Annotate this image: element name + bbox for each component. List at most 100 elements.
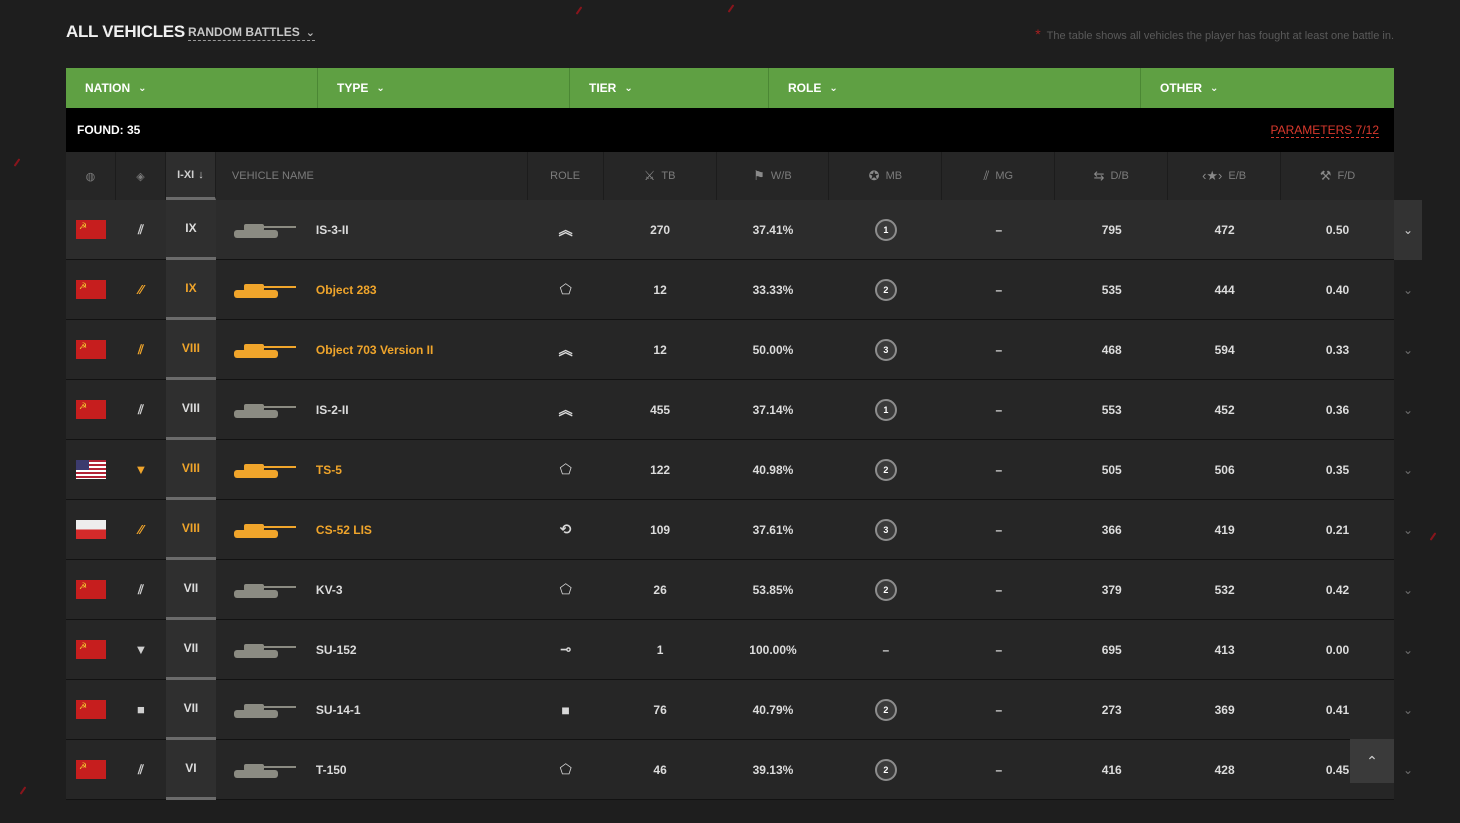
table-row[interactable]: ⁄⁄ IX Object 283 ⬠ 12 33.33% 2 – 535 444… <box>66 259 1413 320</box>
note-asterisk: * <box>1035 26 1041 42</box>
col-tb[interactable]: ⚔ TB <box>604 152 717 200</box>
filter-nation[interactable]: NATION ⌄ <box>66 68 318 108</box>
vehicle-name[interactable]: CS-52 LIS <box>316 523 372 537</box>
mb-cell: 3 <box>829 320 942 380</box>
col-eb[interactable]: ‹★› E/B <box>1168 152 1282 200</box>
vehicle-name-cell: IS-2-II <box>216 380 528 440</box>
table-row[interactable]: ⫽ VI T-150 ⬠ 46 39.13% 2 – 416 428 0.45 … <box>66 739 1413 800</box>
support-role-icon: ⟲ <box>559 521 572 537</box>
expand-row-button[interactable]: ⌄ <box>1394 380 1422 440</box>
heavy-tank-icon: ⫽ <box>138 761 144 777</box>
col-wb[interactable]: ⚑ W/B <box>717 152 830 200</box>
vehicle-name[interactable]: TS-5 <box>316 463 342 477</box>
eb-cell: 594 <box>1214 342 1235 357</box>
db-cell: 695 <box>1101 642 1122 657</box>
tb-cell: 46 <box>653 762 667 777</box>
col-vehicle-name[interactable]: VEHICLE NAME <box>216 152 528 200</box>
vehicle-name[interactable]: SU-14-1 <box>316 703 361 717</box>
vehicle-name[interactable]: KV-3 <box>316 583 343 597</box>
heavy-tank-icon: ⫽ <box>138 221 144 237</box>
tb-cell: 122 <box>650 462 671 477</box>
filter-role-label: ROLE <box>788 81 822 95</box>
chevron-down-icon: ⌄ <box>829 82 838 94</box>
col-mg[interactable]: ⫽ MG <box>942 152 1056 200</box>
vehicle-name-cell: Object 283 <box>216 260 528 320</box>
vehicle-name-cell: T-150 <box>216 740 528 800</box>
eb-cell: 472 <box>1214 222 1235 237</box>
mb-cell: – <box>829 620 942 680</box>
chevron-down-icon: ⌄ <box>1402 403 1414 417</box>
col-tier[interactable]: I-XI ↓ <box>165 152 216 200</box>
eb-cell: 428 <box>1214 762 1235 777</box>
role-cell: ⬠ <box>528 740 604 800</box>
col-db[interactable]: ⇆ D/B <box>1055 152 1169 200</box>
col-mb[interactable]: ✪ MB <box>829 152 943 200</box>
expand-row-button[interactable]: ⌄ <box>1394 320 1422 380</box>
table-row[interactable]: ■ VII SU-14-1 ■ 76 40.79% 2 – 273 369 0.… <box>66 679 1413 740</box>
filter-tier[interactable]: TIER ⌄ <box>570 68 769 108</box>
db-cell: 795 <box>1101 222 1122 237</box>
vehicle-name[interactable]: IS-3-II <box>316 223 349 237</box>
tier-cell: VIII <box>165 379 216 440</box>
table-row[interactable]: ▼ VII SU-152 ⊸ 1 100.00% – – 695 413 0.0… <box>66 619 1413 680</box>
expand-row-button[interactable]: ⌄ <box>1394 560 1422 620</box>
eb-cell: 506 <box>1214 462 1235 477</box>
nation-cell <box>66 200 116 260</box>
col-fd[interactable]: ⚒ F/D <box>1281 152 1394 200</box>
expand-row-button[interactable]: ⌄ <box>1394 500 1422 560</box>
sniper-role-icon: ⊸ <box>559 641 572 657</box>
globe-icon: ◍ <box>85 170 96 183</box>
filter-other[interactable]: OTHER ⌄ <box>1141 68 1394 108</box>
col-nation[interactable]: ◍ <box>66 152 116 200</box>
role-cell: ⬠ <box>528 440 604 500</box>
battle-mode-dropdown[interactable]: RANDOM BATTLES ⌄ <box>188 25 315 41</box>
tb-cell: 1 <box>656 642 664 657</box>
note-text: The table shows all vehicles the player … <box>1046 30 1394 42</box>
scroll-to-top-button[interactable]: ⌃ <box>1350 739 1394 783</box>
expand-row-button[interactable]: ⌄ <box>1394 620 1422 680</box>
mb-cell: 3 <box>829 500 942 560</box>
class-cell: ⫽ <box>116 740 166 800</box>
nation-cell <box>66 260 116 320</box>
expand-row-button[interactable]: ⌄ <box>1394 440 1422 500</box>
vehicle-name[interactable]: Object 703 Version II <box>316 343 433 357</box>
double-chevron-up-icon: ⌃ <box>1366 752 1378 769</box>
ussr-flag-icon <box>75 400 106 419</box>
filter-role[interactable]: ROLE ⌄ <box>769 68 1141 108</box>
fd-cell: 0.21 <box>1325 522 1350 537</box>
table-row[interactable]: ⁄⁄ VIII CS-52 LIS ⟲ 109 37.61% 3 – 366 4… <box>66 499 1413 560</box>
mg-cell: – <box>995 222 1003 237</box>
versatile-role-icon: ⬠ <box>559 581 572 597</box>
col-class[interactable]: ◈ <box>116 152 166 200</box>
tier-cell: VII <box>165 559 216 620</box>
filter-type[interactable]: TYPE ⌄ <box>318 68 570 108</box>
mb-value: 2 <box>883 464 889 475</box>
vehicle-name-cell: SU-14-1 <box>216 680 528 740</box>
expand-row-button[interactable]: ⌄ <box>1394 680 1422 740</box>
nation-cell <box>66 560 116 620</box>
db-cell: 366 <box>1101 522 1122 537</box>
tb-cell: 270 <box>650 222 671 237</box>
expand-row-button[interactable]: ⌄ <box>1394 740 1422 800</box>
assault-role-icon: ︽ <box>558 341 573 358</box>
col-role[interactable]: ROLE <box>528 152 604 200</box>
table-row[interactable]: ⫽ VIII IS-2-II ︽ 455 37.14% 1 – 553 452 … <box>66 379 1413 440</box>
tier-cell: VIII <box>165 319 216 380</box>
parameters-link[interactable]: PARAMETERS 7/12 <box>1270 123 1379 138</box>
td-icon: ▼ <box>134 642 148 657</box>
versatile-role-icon: ⬠ <box>559 761 572 777</box>
expand-row-button[interactable]: ⌄ <box>1394 200 1422 260</box>
table-row[interactable]: ▼ VIII TS-5 ⬠ 122 40.98% 2 – 505 506 0.3… <box>66 439 1413 500</box>
vehicle-name[interactable]: Object 283 <box>316 283 377 297</box>
vehicle-name[interactable]: IS-2-II <box>316 403 349 417</box>
vehicle-name[interactable]: T-150 <box>316 763 347 777</box>
mb-value: 2 <box>883 704 889 715</box>
mb-value: 1 <box>883 404 889 415</box>
expand-row-button[interactable]: ⌄ <box>1394 260 1422 320</box>
table-row[interactable]: ⫽ VII KV-3 ⬠ 26 53.85% 2 – 379 532 0.42 … <box>66 559 1413 620</box>
eb-cell: 444 <box>1214 282 1235 297</box>
vehicle-name[interactable]: SU-152 <box>316 643 357 657</box>
table-row[interactable]: ⫽ IX IS-3-II ︽ 270 37.41% 1 – 795 472 0.… <box>66 199 1422 260</box>
nation-cell <box>66 320 116 380</box>
table-row[interactable]: ⫽ VIII Object 703 Version II ︽ 12 50.00%… <box>66 319 1413 380</box>
